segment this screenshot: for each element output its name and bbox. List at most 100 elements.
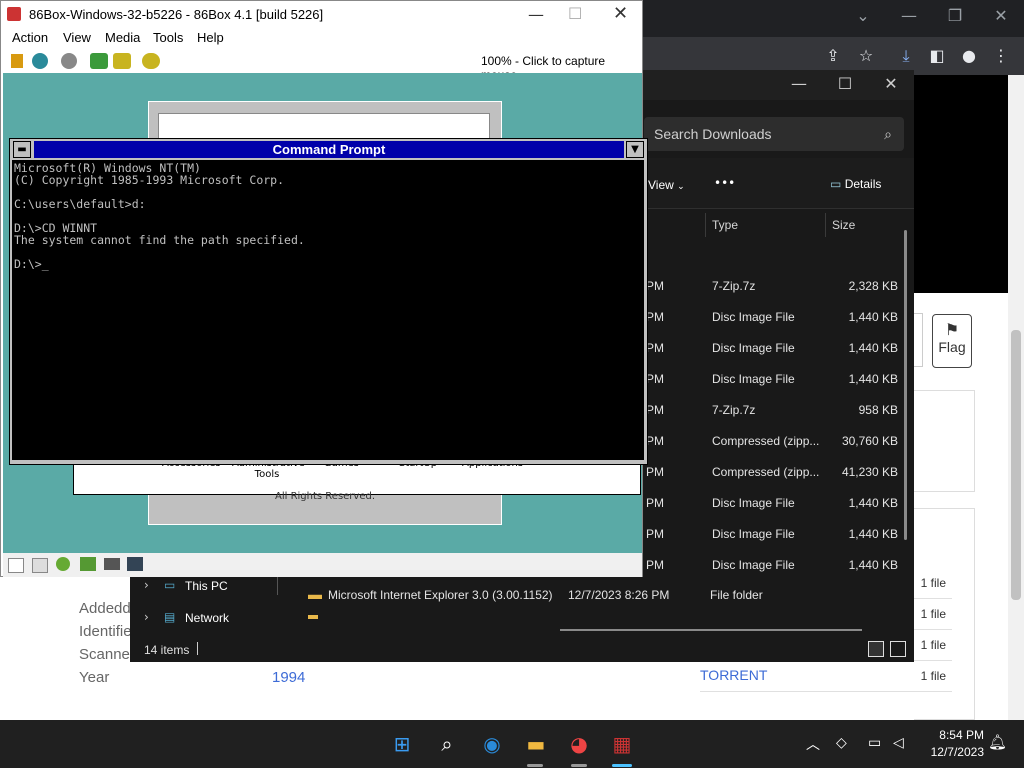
file-date: PM <box>646 279 664 293</box>
file-type: Compressed (zipp... <box>712 434 820 448</box>
menu-tools[interactable]: Tools <box>153 30 183 45</box>
file-row[interactable]: PM Disc Image File 1,440 KB <box>640 332 910 363</box>
minimize-button[interactable]: — <box>886 6 932 25</box>
partial-button[interactable] <box>914 313 923 367</box>
chevron-right-icon[interactable]: › <box>144 610 149 624</box>
clock-date[interactable]: 12/7/2023 <box>915 745 984 759</box>
nav-this-pc[interactable]: This PC <box>185 579 228 593</box>
menu-media[interactable]: Media <box>105 30 140 45</box>
file-row[interactable]: PM Disc Image File 1,440 KB <box>640 363 910 394</box>
file-row[interactable]: PM Disc Image File 1,440 KB <box>640 301 910 332</box>
tab-search-icon[interactable]: ⌄ <box>840 6 886 25</box>
menu-icon[interactable]: ⋮ <box>990 45 1012 67</box>
close-button[interactable]: ✕ <box>613 3 628 24</box>
folder-row[interactable]: ▬ Microsoft Internet Explorer 3.0 (3.00.… <box>308 585 1008 607</box>
emulator-screen[interactable]: Accessories Administrative Tools Games S… <box>3 73 648 553</box>
column-header-size[interactable]: Size <box>832 218 855 232</box>
file-row[interactable]: PM Disc Image File 1,440 KB <box>640 487 910 518</box>
explorer-scrollbar[interactable] <box>904 230 907 540</box>
file-type: Disc Image File <box>712 341 795 355</box>
chevron-up-icon[interactable]: ︿ <box>806 734 820 754</box>
search-icon[interactable]: ⌕ <box>431 728 463 760</box>
hard-disk-icon[interactable] <box>80 557 96 571</box>
item-count: 14 items <box>144 643 190 657</box>
year-link[interactable]: 1994 <box>272 669 305 686</box>
chevron-right-icon[interactable]: › <box>144 578 149 592</box>
this-pc-icon: ▭ <box>164 578 176 592</box>
minimize-button[interactable]: — <box>528 5 544 24</box>
maximize-button[interactable]: ☐ <box>568 4 582 23</box>
view-button[interactable]: View ⌄ <box>648 178 685 192</box>
pause-icon[interactable] <box>11 54 23 68</box>
nav-network[interactable]: Network <box>185 611 229 625</box>
file-explorer-icon[interactable]: ▬ <box>520 728 552 760</box>
86box-taskbar-icon[interactable]: ▦ <box>606 728 638 760</box>
file-date: PM <box>646 403 664 417</box>
menu-action[interactable]: Action <box>12 30 48 45</box>
minimize-button[interactable]: ▼ <box>626 141 644 158</box>
clock-time[interactable]: 8:54 PM <box>924 728 984 742</box>
console-line: (C) Copyright 1985-1993 Microsoft Corp. <box>14 173 285 187</box>
network-tray-icon[interactable]: ◇ <box>836 734 847 751</box>
file-type: Disc Image File <box>712 496 795 510</box>
file-row[interactable]: PM 7-Zip.7z 2,328 KB <box>640 270 910 301</box>
system-menu-button[interactable]: ▬ <box>13 141 31 158</box>
close-button[interactable]: ✕ <box>868 74 914 93</box>
display-tray-icon[interactable]: ▭ <box>868 734 881 751</box>
power-icon[interactable] <box>61 53 77 69</box>
ctrl-alt-del-icon[interactable] <box>90 53 108 69</box>
file-row[interactable]: PM 7-Zip.7z 958 KB <box>640 394 910 425</box>
cdrom-icon[interactable] <box>56 557 70 571</box>
menu-view[interactable]: View <box>63 30 91 45</box>
flag-icon: ⚑ <box>944 320 960 339</box>
details-view-icon[interactable] <box>868 641 884 657</box>
ctrl-alt-esc-icon[interactable] <box>113 53 131 69</box>
file-row[interactable]: PM Compressed (zipp... 41,230 KB <box>640 456 910 487</box>
download-icon[interactable]: ⤓ <box>895 45 917 67</box>
notification-bell-icon[interactable]: 🔔︎ <box>988 733 1007 751</box>
star-icon[interactable]: ☆ <box>855 45 877 67</box>
taskbar: ⊞ ⌕ ◉ ▬ ◕ ▦ ︿ ◇ ▭ ◁ 8:54 PM 12/7/2023 🔔︎ <box>0 720 1024 768</box>
menu-help[interactable]: Help <box>197 30 224 45</box>
tiles-view-icon[interactable] <box>890 641 906 657</box>
network-card-icon[interactable] <box>104 558 120 570</box>
floppy-icon[interactable] <box>8 558 24 573</box>
torrent-link[interactable]: TORRENT <box>700 667 767 683</box>
console-output[interactable]: Microsoft(R) Windows NT(TM) (C) Copyrigh… <box>12 160 644 460</box>
window-title: 86Box-Windows-32-b5226 - 86Box 4.1 [buil… <box>29 7 324 22</box>
more-options-button[interactable]: ••• <box>714 176 735 190</box>
folder-type: File folder <box>710 588 763 602</box>
details-pane-button[interactable]: ▭ Details <box>830 177 881 191</box>
speaker-muted-icon[interactable]: ◁ <box>893 734 904 751</box>
file-row[interactable]: PM Disc Image File 1,440 KB <box>640 518 910 549</box>
meta-label-scanner: Scanne <box>79 646 130 663</box>
sidepanel-icon[interactable]: ◧ <box>926 45 948 67</box>
column-header-type[interactable]: Type <box>712 218 738 232</box>
file-row[interactable]: PM Disc Image File 1,440 KB <box>640 549 910 580</box>
scrollbar-thumb[interactable] <box>1011 330 1021 600</box>
column-divider[interactable] <box>705 213 706 237</box>
start-button[interactable]: ⊞ <box>386 728 418 760</box>
profile-icon[interactable]: ● <box>958 45 980 67</box>
search-input[interactable]: Search Downloads ⌕ <box>644 117 904 151</box>
sound-icon[interactable] <box>127 557 143 571</box>
share-icon[interactable]: ⇪ <box>822 45 844 67</box>
navigation-pane: › ▭ This PC › ▤ Network <box>130 573 280 633</box>
file-row[interactable]: PM Compressed (zipp... 30,760 KB <box>640 425 910 456</box>
edge-preview-icon[interactable]: ◉ <box>476 728 508 760</box>
chrome-icon[interactable]: ◕ <box>563 728 595 760</box>
file-size: 2,328 KB <box>848 279 898 293</box>
restore-button[interactable]: ❐ <box>932 6 978 25</box>
minimize-button[interactable]: — <box>776 74 822 93</box>
meta-label-identifier: Identifie <box>79 623 132 640</box>
close-button[interactable]: ✕ <box>978 6 1024 25</box>
maximize-button[interactable]: ☐ <box>822 74 868 93</box>
column-divider[interactable] <box>825 213 826 237</box>
settings-icon[interactable] <box>142 53 160 69</box>
86box-app-icon <box>7 7 21 21</box>
flag-button[interactable]: ⚑ Flag <box>932 314 972 368</box>
file-date: PM <box>646 310 664 324</box>
horizontal-scrollbar[interactable] <box>560 629 862 631</box>
floppy-icon[interactable] <box>32 558 48 573</box>
reset-icon[interactable] <box>32 53 48 69</box>
